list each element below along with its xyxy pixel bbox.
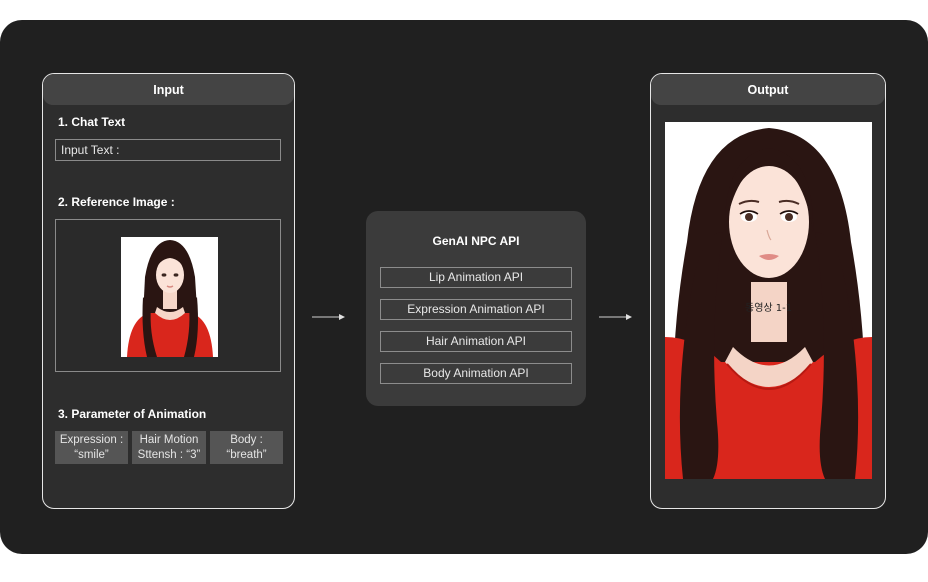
param-hair-motion-line2: Sttensh : “3” — [137, 449, 201, 461]
input-panel-header: Input — [43, 74, 294, 105]
parameter-title: 3. Parameter of Animation — [58, 407, 207, 421]
genai-npc-api-box: GenAI NPC API Lip Animation API Expressi… — [366, 211, 586, 406]
reference-image-box[interactable] — [55, 219, 281, 372]
api-title: GenAI NPC API — [432, 234, 520, 248]
woman-portrait-small — [121, 237, 218, 357]
param-expression-line1: Expression : — [59, 434, 124, 446]
param-body: Body : “breath” — [210, 431, 283, 464]
param-hair-motion-line1: Hair Motion — [139, 434, 199, 446]
reference-image — [121, 237, 218, 357]
video-label: 동영상 1-1 — [745, 303, 793, 314]
arrow-right-icon — [599, 314, 632, 320]
reference-image-title: 2. Reference Image : — [58, 195, 175, 209]
param-hair-motion: Hair Motion Sttensh : “3” — [132, 431, 206, 464]
input-text-field[interactable]: Input Text : — [55, 139, 281, 161]
param-expression: Expression : “smile” — [55, 431, 128, 464]
param-expression-line2: “smile” — [74, 449, 109, 461]
body-animation-api[interactable]: Body Animation API — [380, 363, 572, 384]
input-panel: Input 1. Chat Text Input Text : 2. Refer… — [42, 73, 295, 509]
output-video[interactable]: 동영상 1-1 — [665, 122, 872, 479]
expression-animation-api[interactable]: Expression Animation API — [380, 299, 572, 320]
output-panel: Output 동영상 1-1 — [650, 73, 886, 509]
lip-animation-api[interactable]: Lip Animation API — [380, 267, 572, 288]
hair-animation-api[interactable]: Hair Animation API — [380, 331, 572, 352]
arrow-right-icon — [312, 314, 345, 320]
chat-text-title: 1. Chat Text — [58, 115, 126, 129]
output-panel-header: Output — [651, 74, 885, 105]
param-body-line1: Body : — [230, 434, 263, 446]
param-body-line2: “breath” — [226, 449, 267, 461]
